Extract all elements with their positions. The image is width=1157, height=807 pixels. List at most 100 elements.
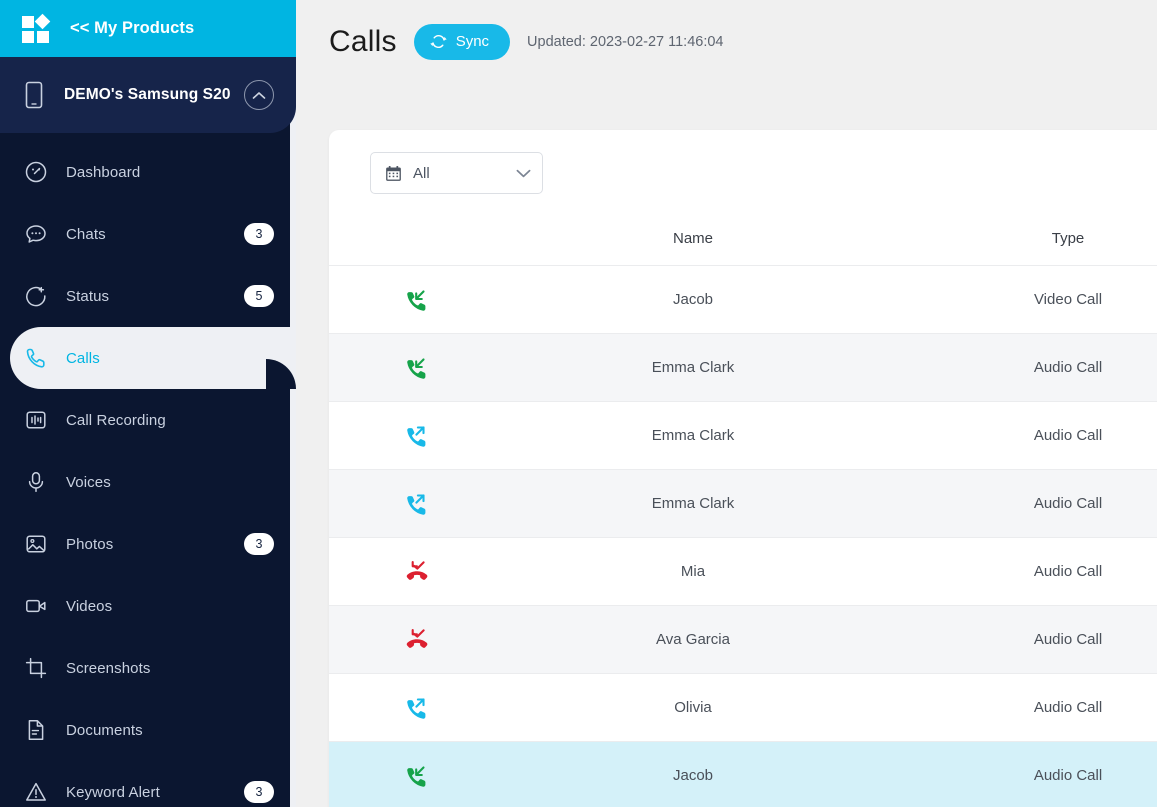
call-outgoing-icon [329, 423, 504, 449]
calls-card: All Name Type Jacob Video Call Emma Clar… [329, 130, 1157, 807]
sidebar-item-label: Photos [66, 535, 114, 553]
call-direction-cell [329, 265, 504, 334]
sidebar-item-status[interactable]: Status 5 [0, 265, 296, 327]
my-products-button[interactable]: << My Products [0, 0, 296, 57]
sidebar-item-videos[interactable]: Videos [0, 575, 296, 637]
status-plus-icon [24, 284, 50, 308]
updated-timestamp: Updated: 2023-02-27 11:46:04 [527, 33, 724, 50]
date-filter-select[interactable]: All [370, 152, 543, 194]
call-incoming-icon [329, 287, 504, 313]
table-head: Name Type [329, 216, 1157, 266]
page-header: Calls Sync Updated: 2023-02-27 11:46:04 [296, 0, 1157, 83]
call-name-cell: Ava Garcia [504, 605, 882, 674]
main-content: Calls Sync Updated: 2023-02-27 11:46:04 [296, 0, 1157, 807]
call-direction-cell [329, 673, 504, 742]
date-filter-value: All [413, 164, 430, 182]
app-root: << My Products DEMO's Samsung S20 Dashbo… [0, 0, 1157, 807]
sidebar-item-dashboard[interactable]: Dashboard [0, 141, 296, 203]
device-header[interactable]: DEMO's Samsung S20 [0, 57, 296, 133]
call-outgoing-icon [329, 695, 504, 721]
sidebar-item-label: Documents [66, 721, 143, 739]
warning-triangle-icon [24, 780, 50, 804]
waveform-box-icon [24, 408, 50, 432]
table-row[interactable]: Ava Garcia Audio Call [329, 605, 1157, 674]
my-products-label: << My Products [70, 19, 195, 37]
active-pill [10, 327, 296, 389]
table-row[interactable]: Emma Clark Audio Call [329, 401, 1157, 470]
call-direction-cell [329, 333, 504, 402]
sidebar-item-label: Calls [66, 349, 100, 367]
sidebar-item-label: Screenshots [66, 659, 151, 677]
sync-label: Sync [455, 33, 490, 50]
smartphone-icon [24, 81, 48, 109]
sidebar-item-calls[interactable]: Calls [0, 327, 296, 389]
table-row[interactable]: Jacob Audio Call [329, 741, 1157, 807]
call-type-cell: Audio Call [882, 469, 1157, 538]
crop-icon [24, 656, 50, 680]
sidebar-badge: 5 [244, 285, 274, 307]
call-incoming-icon [329, 763, 504, 789]
call-type-cell: Audio Call [882, 401, 1157, 470]
call-outgoing-icon [329, 491, 504, 517]
call-direction-cell [329, 741, 504, 807]
phone-icon [24, 346, 50, 370]
sidebar-badge: 3 [244, 781, 274, 803]
call-type-cell: Audio Call [882, 605, 1157, 674]
call-missed-icon [329, 559, 504, 585]
table-header-row: Name Type [329, 216, 1157, 266]
sidebar-item-chats[interactable]: Chats 3 [0, 203, 296, 265]
column-header-name: Name [504, 216, 882, 266]
call-incoming-icon [329, 355, 504, 381]
chevron-up-circle-icon[interactable] [244, 80, 274, 110]
microphone-icon [24, 470, 50, 494]
call-type-cell: Audio Call [882, 537, 1157, 606]
call-type-cell: Video Call [882, 265, 1157, 334]
sidebar-item-label: Voices [66, 473, 111, 491]
filter-bar: All [329, 130, 1157, 216]
call-name-cell: Jacob [504, 265, 882, 334]
sidebar-item-documents[interactable]: Documents [0, 699, 296, 761]
sidebar: << My Products DEMO's Samsung S20 Dashbo… [0, 0, 296, 807]
sidebar-item-screenshots[interactable]: Screenshots [0, 637, 296, 699]
table-row[interactable]: Olivia Audio Call [329, 673, 1157, 742]
table-body: Jacob Video Call Emma Clark Audio Call Emma … [329, 265, 1157, 807]
table-row[interactable]: Emma Clark Audio Call [329, 469, 1157, 538]
call-name-cell: Emma Clark [504, 333, 882, 402]
call-type-cell: Audio Call [882, 333, 1157, 402]
sidebar-item-label: Call Recording [66, 411, 166, 429]
call-name-cell: Jacob [504, 741, 882, 807]
sidebar-badge: 3 [244, 533, 274, 555]
call-direction-cell [329, 401, 504, 470]
column-header-icon [329, 216, 504, 266]
call-name-cell: Olivia [504, 673, 882, 742]
sidebar-item-label: Status [66, 287, 110, 305]
chat-bubble-icon [24, 222, 50, 246]
refresh-sync-icon [430, 33, 447, 50]
sidebar-item-keyword-alert[interactable]: Keyword Alert 3 [0, 761, 296, 807]
table-row[interactable]: Jacob Video Call [329, 265, 1157, 334]
table-row[interactable]: Emma Clark Audio Call [329, 333, 1157, 402]
table-row[interactable]: Mia Audio Call [329, 537, 1157, 606]
call-direction-cell [329, 469, 504, 538]
image-icon [24, 532, 50, 556]
sidebar-item-label: Dashboard [66, 163, 141, 181]
sidebar-item-label: Videos [66, 597, 113, 615]
sidebar-badge: 3 [244, 223, 274, 245]
page-title: Calls [329, 24, 397, 58]
document-icon [24, 718, 50, 742]
calendar-icon [385, 165, 402, 182]
sync-button[interactable]: Sync [413, 23, 511, 60]
call-type-cell: Audio Call [882, 741, 1157, 807]
sidebar-item-call-recording[interactable]: Call Recording [0, 389, 296, 451]
sidebar-item-voices[interactable]: Voices [0, 451, 296, 513]
grid-squares-logo-icon [22, 13, 52, 43]
calls-table: Name Type Jacob Video Call Emma Clark Audio… [329, 216, 1157, 807]
chevron-down-icon [516, 169, 531, 178]
sidebar-item-label: Keyword Alert [66, 783, 160, 801]
column-header-type: Type [882, 216, 1157, 266]
sidebar-item-label: Chats [66, 225, 106, 243]
call-missed-icon [329, 627, 504, 653]
dashboard-gauge-icon [24, 160, 50, 184]
sidebar-nav: Dashboard Chats 3 Status 5 Calls Call Re… [0, 133, 296, 807]
sidebar-item-photos[interactable]: Photos 3 [0, 513, 296, 575]
